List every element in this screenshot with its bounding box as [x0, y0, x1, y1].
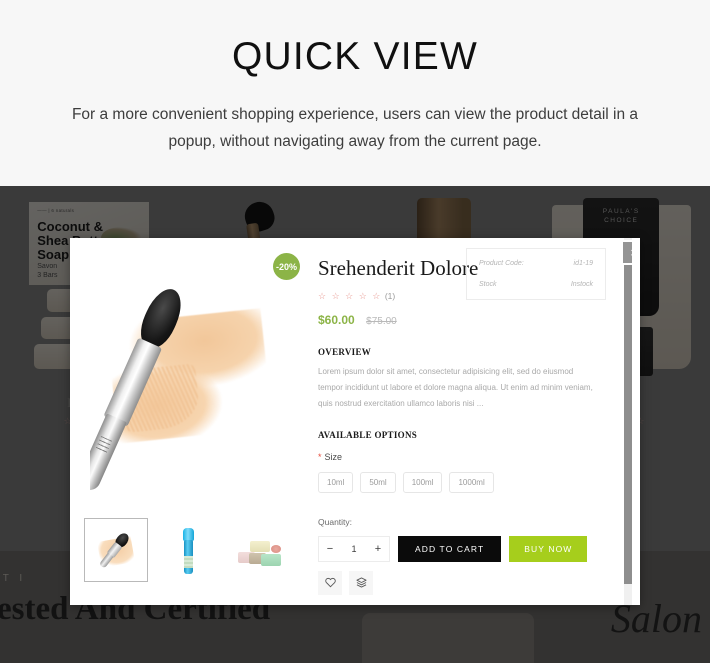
- current-price: $60.00: [318, 312, 355, 327]
- quantity-value[interactable]: 1: [341, 544, 367, 554]
- thumbnail-soap-bars[interactable]: [228, 518, 292, 582]
- quick-view-modal: × -20%: [70, 238, 640, 605]
- banner-kicker: A T I: [0, 573, 27, 584]
- info-row-product-code: Product Code: id1-19: [479, 260, 593, 267]
- option-label-text: Size: [324, 451, 343, 462]
- wishlist-button[interactable]: [318, 570, 342, 595]
- heart-icon: [324, 577, 336, 588]
- hero-section: QUICK VIEW For a more convenient shoppin…: [0, 0, 710, 186]
- overview-text: Lorem ipsum dolor sit amet, consectetur …: [318, 366, 593, 408]
- price-block: $60.00 $75.00: [318, 311, 610, 329]
- secondary-actions: [318, 570, 610, 595]
- modal-scrollbar-track[interactable]: [624, 238, 632, 605]
- info-key: Product Code:: [479, 260, 524, 267]
- close-icon[interactable]: ×: [621, 240, 632, 265]
- screenshot-root: QUICK VIEW For a more convenient shoppin…: [0, 0, 710, 663]
- overview-heading: OVERVIEW: [318, 346, 372, 357]
- thumbnail-list: [84, 518, 292, 582]
- product-gallery: -20%: [70, 238, 305, 605]
- product-info-box: Product Code: id1-19 Stock Instock: [466, 248, 606, 300]
- quantity-increment-button[interactable]: +: [367, 543, 389, 555]
- page-subtitle: For a more convenient shopping experienc…: [71, 105, 639, 151]
- size-option-1000ml[interactable]: 1000ml: [449, 471, 494, 493]
- thumbnail-blue-mascara[interactable]: [156, 518, 220, 582]
- compare-button[interactable]: [349, 570, 373, 595]
- add-to-cart-button[interactable]: ADD TO CART: [398, 535, 502, 562]
- banner-image-placeholder: [362, 613, 534, 663]
- page-title: QUICK VIEW: [231, 35, 479, 78]
- soap-brand-text: —— | 6 naturals: [37, 208, 75, 214]
- quantity-decrement-button[interactable]: −: [319, 543, 341, 555]
- size-option-50ml[interactable]: 50ml: [360, 471, 396, 493]
- rating-count: (1): [384, 290, 396, 301]
- quantity-stepper[interactable]: − 1 +: [318, 535, 390, 562]
- thumbnail-brush-swatch[interactable]: [84, 518, 148, 582]
- size-option-100ml[interactable]: 100ml: [402, 471, 443, 493]
- rating-stars: ☆ ☆ ☆ ☆ ☆: [318, 290, 382, 301]
- paula-brand-text: PAULA'S CHOICE: [602, 208, 640, 225]
- info-key: Stock: [479, 281, 497, 288]
- modal-content: × -20%: [70, 238, 632, 605]
- soap-sub-text: Savon 3 Bars: [37, 262, 58, 280]
- main-product-image[interactable]: [90, 268, 300, 518]
- size-option-10ml[interactable]: 10ml: [318, 471, 354, 493]
- size-option-list: 10ml 50ml 100ml 1000ml: [318, 471, 610, 493]
- old-price: $75.00: [366, 315, 397, 327]
- product-details: Product Code: id1-19 Stock Instock Srehe…: [310, 238, 628, 605]
- buy-now-button[interactable]: BUY NOW: [509, 535, 588, 562]
- info-value: Instock: [570, 281, 593, 288]
- required-asterisk: *: [318, 451, 322, 462]
- size-option-label: * Size: [318, 452, 610, 462]
- info-value: id1-19: [573, 260, 593, 267]
- info-row-stock: Stock Instock: [479, 281, 593, 288]
- layers-icon: [355, 577, 367, 588]
- modal-scrollbar-thumb[interactable]: [624, 244, 632, 584]
- discount-badge: -20%: [273, 253, 300, 280]
- available-options-heading: AVAILABLE OPTIONS: [318, 429, 418, 440]
- purchase-actions: − 1 + ADD TO CART BUY NOW: [318, 535, 610, 562]
- quantity-label: Quantity:: [318, 516, 353, 527]
